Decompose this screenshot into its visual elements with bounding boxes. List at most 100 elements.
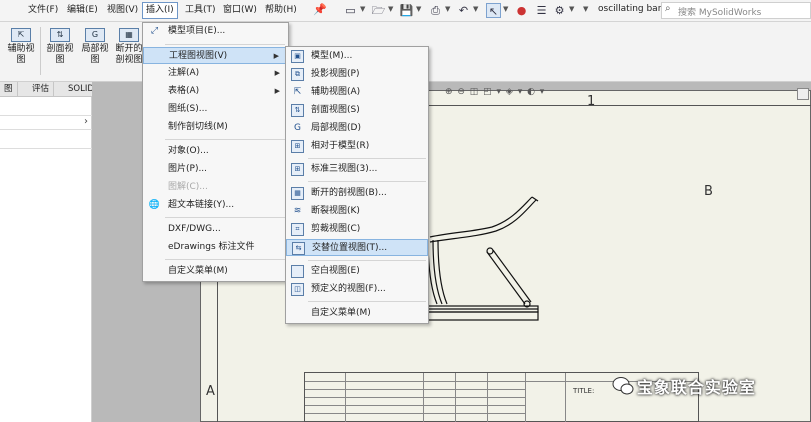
broken-out-section-button[interactable]: ▦ 断开的 剖视图: [114, 28, 144, 66]
menu-file[interactable]: 文件(F): [25, 2, 61, 19]
chevron-down-icon[interactable]: ▼: [503, 5, 508, 13]
menu-item-break-view[interactable]: ≋ 断裂视图(K): [286, 203, 428, 220]
chevron-down-icon[interactable]: ▼: [388, 5, 393, 13]
crop-view-icon: ⌗: [291, 223, 304, 236]
menu-window[interactable]: 窗口(W): [220, 2, 260, 19]
chevron-down-icon[interactable]: ▼: [583, 5, 588, 13]
menu-item-predefined-view[interactable]: ◫ 预定义的视图(F)...: [286, 281, 428, 298]
menu-item-relative-view[interactable]: ⊞ 相对于模型(R): [286, 138, 428, 155]
relative-view-icon: ⊞: [291, 140, 304, 153]
pin-icon[interactable]: 📌: [313, 3, 327, 16]
menu-item-model-view[interactable]: ▣ 模型(M)...: [286, 48, 428, 65]
menu-item-dxf-dwg[interactable]: DXF/DWG...: [143, 221, 288, 238]
panel-header-row[interactable]: ›: [0, 115, 92, 130]
chevron-down-icon[interactable]: ▼: [360, 5, 365, 13]
auxiliary-view-icon: ⇱: [11, 28, 31, 42]
menu-item-detail-view[interactable]: G 局部视图(D): [286, 120, 428, 137]
title-label: TITLE:: [573, 387, 595, 395]
new-document-icon[interactable]: ▭: [343, 3, 358, 18]
menu-item-cutting-line[interactable]: 制作剖切线(M): [143, 119, 288, 136]
section-view-label: 剖面视 图: [46, 44, 74, 65]
menu-item-customize-menu[interactable]: 自定义菜单(M): [286, 305, 428, 322]
search-input[interactable]: ⌕ 搜索 MySolidWorks: [661, 2, 811, 19]
link-bar-a: [486, 251, 526, 305]
tab-evaluate[interactable]: 评估: [28, 82, 55, 97]
menu-help[interactable]: 帮助(H): [262, 2, 300, 19]
chevron-down-icon[interactable]: ▼: [569, 5, 574, 13]
auxiliary-view-label: 辅助视 图: [7, 44, 35, 65]
hyperlink-icon: 🌐: [148, 200, 161, 210]
detail-view-label: 局部视 图: [81, 44, 109, 65]
search-placeholder: 搜索 MySolidWorks: [678, 8, 762, 18]
menu-edit[interactable]: 编辑(E): [64, 2, 101, 19]
menu-tools[interactable]: 工具(T): [182, 2, 219, 19]
base-bar: [427, 311, 539, 321]
menu-item-section-view[interactable]: ⇅ 剖面视图(S): [286, 102, 428, 119]
menu-item-drawing-view[interactable]: 工程图视图(V) ▶: [143, 47, 288, 64]
menu-item-broken-out-section[interactable]: ▦ 断开的剖视图(B)...: [286, 185, 428, 202]
menu-item-crop-view[interactable]: ⌗ 剪裁视图(C): [286, 221, 428, 238]
auxiliary-view-icon: ⇱: [293, 87, 302, 97]
link-bar-b: [492, 249, 532, 303]
menu-item-picture[interactable]: 图片(P)...: [143, 161, 288, 178]
menu-item-diagram: 图解(C)...: [168, 182, 208, 192]
gear-icon[interactable]: ⚙: [552, 3, 567, 18]
select-pointer-icon[interactable]: ↖: [486, 3, 501, 18]
section-view-button[interactable]: ⇅ 剖面视 图: [43, 28, 77, 66]
menu-item-sheet[interactable]: 图纸(S)...: [143, 101, 288, 118]
insert-menu: ⤢ 模型项目(E)... 工程图视图(V) ▶ 注解(A) ▶ 表格(A) ▶ …: [142, 22, 289, 282]
print-icon[interactable]: ⎙: [428, 3, 443, 18]
menu-item-alternate-position-view[interactable]: ⇆ 交替位置视图(T)...: [286, 239, 428, 256]
menu-item-edrawings[interactable]: eDrawings 标注文件: [143, 239, 288, 256]
section-view-icon: ⇅: [50, 28, 70, 42]
tab-drawing[interactable]: 图: [0, 82, 18, 97]
menu-item-auxiliary-view[interactable]: ⇱ 辅助视图(A): [286, 84, 428, 101]
detail-view-icon: G: [85, 28, 105, 42]
alternate-position-icon: ⇆: [292, 242, 305, 255]
chevron-down-icon[interactable]: ▼: [416, 5, 421, 13]
detail-view-button[interactable]: G 局部视 图: [78, 28, 112, 66]
traffic-light-icon[interactable]: ●: [514, 3, 529, 18]
menu-item-projected-view[interactable]: ⧉ 投影视图(P): [286, 66, 428, 83]
auxiliary-view-button[interactable]: ⇱ 辅助视 图: [3, 28, 39, 66]
chevron-right-icon: ▶: [274, 69, 280, 77]
menu-item-annotations[interactable]: 注解(A) ▶: [143, 65, 288, 82]
section-view-icon: ⇅: [291, 104, 304, 117]
model-items-icon: ⤢: [150, 26, 159, 36]
menu-item-hyperlink[interactable]: 🌐 超文本链接(Y)...: [143, 197, 288, 214]
save-icon[interactable]: 💾: [399, 3, 414, 18]
undo-icon[interactable]: ↶: [456, 3, 471, 18]
chevron-down-icon[interactable]: ▼: [445, 5, 450, 13]
panel-row[interactable]: [0, 135, 92, 149]
standard-3view-icon: ⊞: [291, 163, 304, 176]
wechat-logo-icon: [612, 377, 634, 395]
menu-item-empty-view[interactable]: 空白视图(E): [286, 263, 428, 280]
pivot-top: [486, 247, 494, 255]
search-icon: ⌕: [665, 3, 671, 14]
menu-item-customize-menu[interactable]: 自定义菜单(M): [143, 263, 288, 280]
menu-item-tables[interactable]: 表格(A) ▶: [143, 83, 288, 100]
predefined-view-icon: ◫: [291, 283, 304, 296]
chevron-down-icon[interactable]: ▼: [473, 5, 478, 13]
detail-view-icon: G: [294, 123, 301, 133]
arm-curve-outer: [429, 196, 533, 238]
menu-insert[interactable]: 插入(I): [142, 2, 178, 19]
empty-view-icon: [291, 265, 304, 278]
chevron-right-icon[interactable]: ›: [84, 116, 88, 127]
menu-item-standard-3-view[interactable]: ⊞ 标准三视图(3)...: [286, 161, 428, 178]
menu-item-object[interactable]: 对象(O)...: [143, 143, 288, 160]
broken-out-section-icon: ▦: [119, 28, 139, 42]
arm-curve-inner: [429, 199, 537, 243]
chevron-right-icon: ▶: [273, 52, 279, 60]
ribbon-separator: [40, 27, 41, 75]
drawing-view-submenu: ▣ 模型(M)... ⧉ 投影视图(P) ⇱ 辅助视图(A) ⇅ 剖面视图(S)…: [285, 46, 429, 324]
menu-bar: 文件(F) 编辑(E) 视图(V) 插入(I) 工具(T) 窗口(W) 帮助(H…: [0, 0, 811, 22]
menu-item-model-items[interactable]: ⤢ 模型项目(E)...: [143, 23, 288, 40]
menu-view[interactable]: 视图(V): [104, 2, 141, 19]
watermark: 宝象联合实验室: [612, 374, 756, 398]
open-folder-icon[interactable]: 🗁: [371, 3, 386, 18]
break-view-icon: ≋: [293, 206, 302, 216]
options-list-icon[interactable]: ☰: [534, 3, 549, 18]
model-view-icon: ▣: [291, 50, 304, 63]
feature-manager-panel: ›: [0, 97, 92, 422]
